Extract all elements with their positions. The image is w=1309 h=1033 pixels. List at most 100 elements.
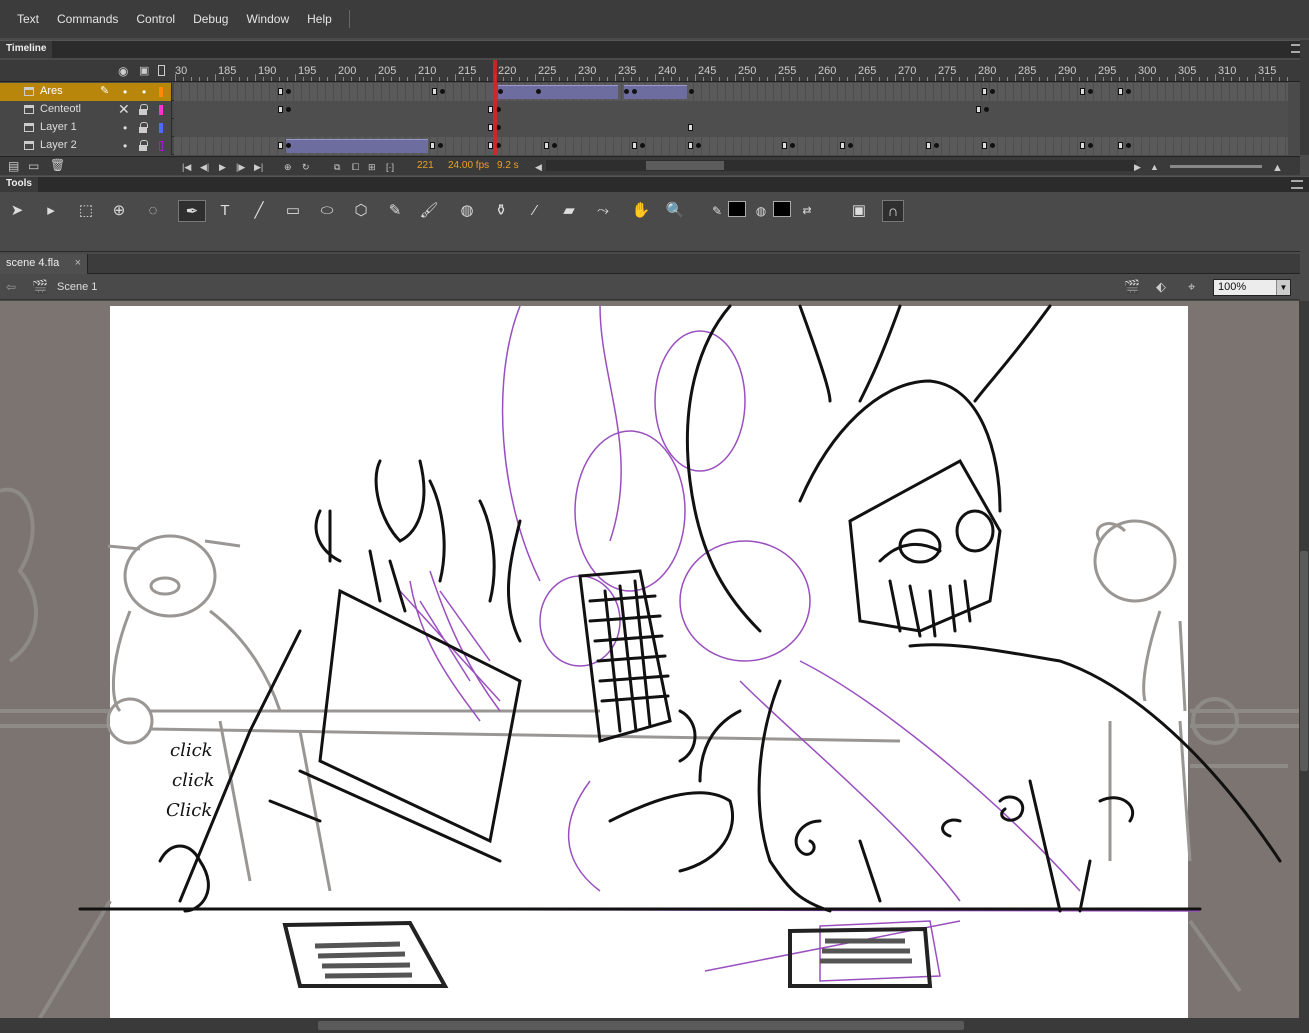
keyframe[interactable] [286, 143, 291, 148]
scroll-right-icon[interactable]: ▶ [1134, 162, 1141, 173]
keyframe[interactable] [632, 89, 637, 94]
layer-row[interactable]: Layer 1 • [0, 119, 1288, 137]
keyframe[interactable] [688, 124, 693, 131]
lasso-tool-icon[interactable]: ◌ [142, 200, 164, 222]
layer-frames[interactable] [174, 119, 1288, 137]
layer-name-cell[interactable]: Layer 1 • [0, 119, 172, 137]
stage-canvas[interactable]: click click Click [0, 301, 1299, 1018]
polystar-tool-icon[interactable]: ⬡ [350, 200, 372, 222]
go-first-frame-icon[interactable]: |◀ [182, 162, 191, 173]
current-frame[interactable]: 221 [417, 160, 434, 171]
layer-row[interactable]: Centeotl ✕ [0, 101, 1288, 119]
document-tab[interactable]: scene 4.fla × [0, 254, 88, 274]
lock-icon[interactable]: ▣ [139, 64, 149, 77]
keyframe[interactable] [430, 142, 435, 149]
layer-color-swatch[interactable] [159, 141, 163, 151]
keyframe[interactable] [632, 142, 637, 149]
center-stage-icon[interactable]: ⌖ [1188, 279, 1195, 295]
keyframe[interactable] [1080, 142, 1085, 149]
oval-tool-icon[interactable]: ⬭ [316, 200, 338, 222]
keyframe[interactable] [840, 142, 845, 149]
keyframe[interactable] [498, 89, 503, 94]
menu-text[interactable]: Text [8, 12, 48, 26]
panel-menu-icon[interactable] [1291, 180, 1303, 189]
visibility-dot[interactable]: • [123, 139, 127, 153]
keyframe[interactable] [984, 107, 989, 112]
layer-name-cell[interactable]: Ares ✎ • • [0, 83, 172, 101]
zoom-tool-icon[interactable]: 🔍 [664, 200, 686, 222]
eye-icon[interactable]: ◉ [118, 64, 128, 78]
layer-color-swatch[interactable] [159, 105, 163, 115]
keyframe[interactable] [552, 143, 557, 148]
close-tab-icon[interactable]: × [75, 257, 81, 269]
timeline-title[interactable]: Timeline [0, 41, 53, 58]
outline-icon[interactable] [158, 65, 165, 76]
keyframe[interactable] [1118, 142, 1123, 149]
fill-color-swatch[interactable] [773, 201, 791, 217]
hidden-x-icon[interactable]: ✕ [118, 101, 130, 118]
layer-frames[interactable] [174, 137, 1288, 155]
eraser-tool-icon[interactable]: ▰ [558, 200, 580, 222]
playhead[interactable] [493, 60, 497, 155]
keyframe[interactable] [696, 143, 701, 148]
keyframe[interactable] [278, 142, 283, 149]
keyframe[interactable] [1088, 89, 1093, 94]
keyframe[interactable] [536, 89, 541, 94]
layer-color-swatch[interactable] [159, 123, 163, 133]
line-tool-icon[interactable]: ╱ [248, 200, 270, 222]
keyframe[interactable] [440, 89, 445, 94]
keyframe[interactable] [286, 89, 291, 94]
layer-frames[interactable] [174, 83, 1288, 101]
layer-name-cell[interactable]: Layer 2 • [0, 137, 172, 155]
keyframe[interactable] [278, 88, 283, 95]
keyframe[interactable] [790, 143, 795, 148]
go-last-frame-icon[interactable]: ▶| [254, 162, 263, 173]
stage-pasteboard[interactable]: click click Click [0, 301, 1299, 1018]
keyframe[interactable] [1080, 88, 1085, 95]
width-tool-icon[interactable]: ⤳ [592, 200, 614, 222]
swap-colors-icon[interactable]: ⇄ [796, 200, 818, 222]
keyframe[interactable] [688, 142, 693, 149]
timeline-ruler[interactable]: ◉ ▣ 30 185 190 195 200 205 210 215 220 225 230 235 2… [0, 60, 1300, 82]
eyedropper-tool-icon[interactable]: ⁄ [524, 200, 546, 222]
keyframe[interactable] [990, 143, 995, 148]
snap-to-objects-icon[interactable]: ∩ [882, 200, 904, 222]
scroll-left-icon[interactable]: ◀ [535, 162, 542, 173]
delete-layer-icon[interactable]: 🗑 [50, 158, 65, 172]
keyframe[interactable] [1126, 143, 1131, 148]
step-forward-icon[interactable]: |▶ [236, 162, 245, 173]
play-icon[interactable]: ▶ [219, 162, 226, 173]
keyframe[interactable] [982, 88, 987, 95]
menu-commands[interactable]: Commands [48, 12, 127, 26]
keyframe[interactable] [438, 143, 443, 148]
keyframe[interactable] [689, 89, 694, 94]
loop-icon[interactable]: ↻ [302, 162, 310, 173]
scene-label[interactable]: Scene 1 [57, 281, 97, 293]
brush-tool-icon[interactable]: 🖌 [418, 200, 440, 222]
pen-tool-icon[interactable]: ✒ [178, 200, 206, 222]
motion-tween[interactable] [498, 85, 618, 99]
keyframe[interactable] [624, 89, 629, 94]
lock-dot[interactable]: • [142, 85, 146, 99]
chevron-down-icon[interactable]: ▼ [1276, 280, 1290, 295]
selection-tool-icon[interactable]: ➤ [6, 200, 28, 222]
keyframe[interactable] [1126, 89, 1131, 94]
tools-title[interactable]: Tools [0, 177, 38, 192]
text-tool-icon[interactable]: T [214, 200, 236, 222]
keyframe[interactable] [1088, 143, 1093, 148]
menu-window[interactable]: Window [237, 12, 298, 26]
menu-debug[interactable]: Debug [184, 12, 237, 26]
scroll-thumb[interactable] [1300, 551, 1308, 771]
menu-control[interactable]: Control [127, 12, 184, 26]
step-back-icon[interactable]: ◀| [200, 162, 209, 173]
layer-color-swatch[interactable] [159, 87, 163, 97]
keyframe[interactable] [432, 88, 437, 95]
object-drawing-icon[interactable]: ▣ [848, 200, 870, 222]
keyframe[interactable] [1118, 88, 1123, 95]
stage-vertical-scrollbar[interactable] [1299, 301, 1309, 1018]
ink-bottle-tool-icon[interactable]: ⚱ [490, 200, 512, 222]
timeline-scrollbar[interactable] [1300, 40, 1309, 155]
stroke-color-swatch[interactable] [728, 201, 746, 217]
center-frame-icon[interactable]: ⊕ [284, 162, 292, 173]
timeline-zoom-slider[interactable] [1170, 165, 1262, 168]
